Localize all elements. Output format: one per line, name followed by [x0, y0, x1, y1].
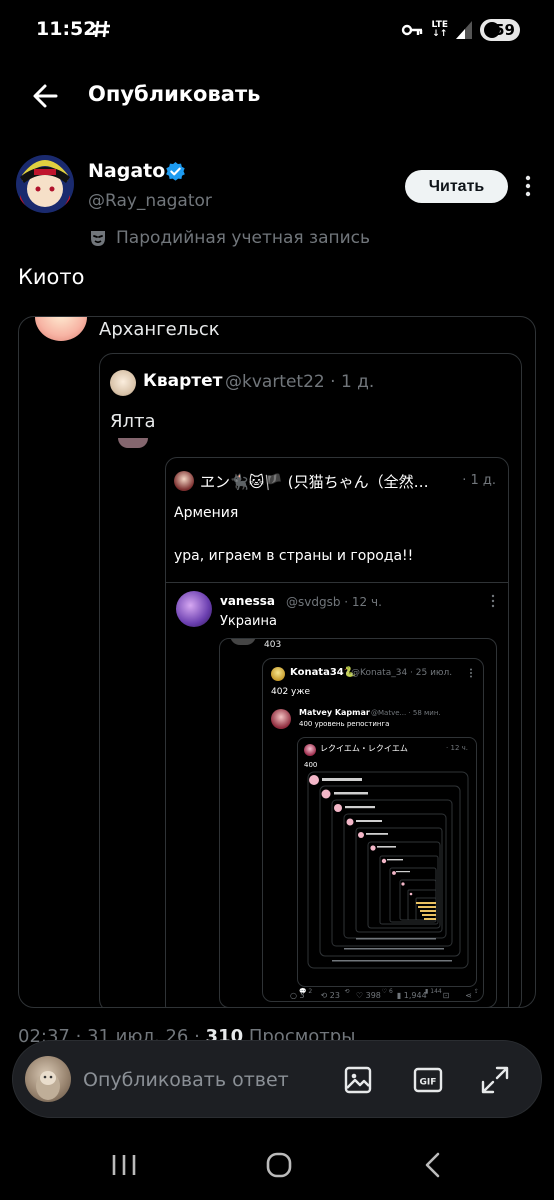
svg-text:GIF: GIF — [420, 1078, 437, 1088]
screenshot-action-bar: ○ 3 ⟲ 23 ♡ 398 ▮ 1,944 ⊡ ⋖ — [290, 991, 472, 1000]
level3-avatar — [271, 667, 285, 681]
quoted-post-avatar — [35, 317, 87, 341]
recursive-screenshot-tunnel — [307, 771, 469, 969]
follow-button[interactable]: Читать — [405, 170, 508, 203]
nested-quoted-post[interactable]: Квартет @kvartet22 · 1 д. Ялта ヱン🐈‍⬛🐱🏴 (… — [99, 353, 522, 1007]
bookmark-icon: ⊡ — [442, 991, 450, 1000]
parody-label-text: Пародийная учетная запись — [116, 228, 371, 248]
screenshot-nested-level-2: 403 Konata34🐍 @Konata_34 · 25 июл. 402 у… — [219, 638, 497, 1007]
repost-count: ⟲ 23 — [320, 991, 340, 1000]
reply-bar[interactable]: Опубликовать ответ GIF — [12, 1040, 542, 1118]
nested-quote-author: Квартет — [143, 371, 223, 391]
screenshot-text-2: ура, играем в страны и города!! — [174, 548, 414, 564]
screenshot-nested-level-3: Konata34🐍 @Konata_34 · 25 июл. 402 уже M… — [262, 658, 484, 1002]
gif-icon[interactable]: GIF — [413, 1065, 443, 1095]
verified-badge-icon — [166, 161, 185, 181]
nested-quote-meta: @kvartet22 · 1 д. — [225, 372, 375, 392]
share-icon: ⋖ — [465, 991, 472, 1000]
screenshot-author-avatar — [174, 471, 194, 491]
reply-input[interactable]: Опубликовать ответ — [83, 1069, 289, 1091]
reply-text: Украина — [220, 614, 277, 629]
post-text: Киото — [18, 265, 85, 289]
key-icon — [402, 24, 423, 36]
author-avatar[interactable] — [16, 155, 74, 213]
lte-indicator: LTE ↓↑ — [431, 20, 448, 39]
like-count: ♡ 398 — [355, 991, 381, 1000]
level3-meta: @Konata_34 · 25 июл. — [351, 668, 453, 678]
level3-reply-text: 400 уровень репостинга — [299, 720, 390, 728]
reply-author: vanessa — [220, 594, 275, 608]
nested-quote-text: Ялта — [110, 411, 156, 432]
back-arrow-icon[interactable] — [26, 78, 68, 114]
nested-quote-avatar-peek — [118, 438, 148, 448]
header: Опубликовать — [0, 62, 554, 128]
status-time: 11:52 — [36, 18, 97, 40]
more-options-icon[interactable] — [519, 174, 537, 198]
battery-indicator: 59 — [480, 19, 520, 41]
reply-meta: @svdgsb · 12 ч. — [286, 595, 382, 609]
screenshot-author-name: ヱン🐈‍⬛🐱🏴 (只猫ちゃん（全然… — [200, 473, 429, 491]
avatar-peek — [230, 639, 256, 645]
home-icon[interactable] — [261, 1150, 297, 1180]
system-nav-bar — [0, 1130, 554, 1200]
screenshot-nested-level-4: レクイエム・レクイエム · 12 ч. 400 — [297, 737, 477, 987]
screenshot-text-1: Армения — [174, 505, 239, 521]
parody-account-label: Пародийная учетная запись — [88, 228, 370, 248]
level3-reply-author: Matvey Kapmar — [299, 708, 370, 717]
page-title: Опубликовать — [88, 82, 261, 106]
signal-icon — [456, 21, 472, 39]
level3-author: Konata34🐍 — [290, 667, 357, 678]
recent-apps-icon[interactable] — [106, 1150, 142, 1180]
system-back-icon[interactable] — [416, 1150, 452, 1180]
views-count: ▮ 1,944 — [396, 991, 427, 1000]
author-handle[interactable]: @Ray_nagator — [88, 191, 212, 211]
screenshot-meta: · 1 д. — [462, 473, 496, 488]
image-icon[interactable] — [343, 1065, 373, 1095]
level3-text: 402 уже — [271, 687, 311, 697]
quoted-post-text: Архангельск — [99, 319, 220, 340]
level3-reply-avatar — [271, 709, 291, 729]
nested-quote-avatar — [110, 370, 136, 396]
level3-reply-meta: @Matve... · 58 мин. — [371, 709, 441, 717]
author-name[interactable]: Nagato — [88, 160, 165, 182]
status-bar: 11:52 LTE ↓↑ 59 — [0, 0, 554, 62]
mask-icon — [91, 231, 105, 246]
reply-count: ○ 3 — [290, 991, 305, 1000]
expand-icon[interactable] — [480, 1065, 510, 1095]
divider — [166, 582, 508, 583]
hashtag-notification-icon — [93, 20, 110, 38]
current-user-avatar — [25, 1056, 71, 1102]
reply-avatar — [176, 591, 212, 627]
more-options-icon — [491, 594, 495, 608]
screenshot-image[interactable]: ヱン🐈‍⬛🐱🏴 (只猫ちゃん（全然… · 1 д. Армения ура, и… — [165, 457, 509, 1007]
nested-text: 403 — [264, 640, 282, 650]
quoted-post[interactable]: Архангельск Квартет @kvartet22 · 1 д. Ял… — [18, 316, 536, 1008]
more-options-icon — [470, 668, 472, 678]
